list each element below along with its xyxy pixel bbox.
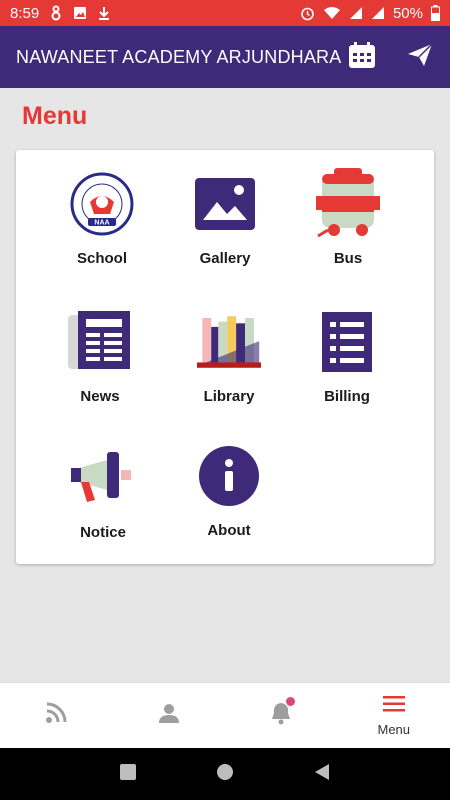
library-icon xyxy=(197,310,261,374)
menu-item-label: Notice xyxy=(80,524,126,541)
nav-item-menu[interactable]: Menu xyxy=(338,683,450,748)
person-icon xyxy=(158,703,179,728)
school-logo-icon: NAA xyxy=(70,172,134,236)
nav-item-label: Menu xyxy=(377,721,411,737)
download-icon xyxy=(97,6,111,20)
menu-item-about[interactable]: About xyxy=(169,444,289,554)
menu-item-label: School xyxy=(76,250,127,267)
logo-banner-text: NAA xyxy=(94,220,109,227)
page-title: Menu xyxy=(22,102,88,130)
menu-item-billing[interactable]: Billing xyxy=(287,310,407,420)
hamburger-menu-icon xyxy=(382,695,405,718)
battery-text: 50% xyxy=(392,4,423,22)
bus-icon xyxy=(316,168,380,238)
status-time: 8:59 xyxy=(10,4,40,22)
signal-icon xyxy=(349,6,363,20)
bug-icon xyxy=(49,5,63,21)
system-nav-bar xyxy=(0,748,450,800)
billing-icon xyxy=(315,310,379,374)
nav-item-notifications[interactable] xyxy=(225,683,338,748)
send-icon[interactable] xyxy=(406,42,434,73)
back-button[interactable] xyxy=(313,763,331,786)
app-bar: NAWANEET ACADEMY ARJUNDHARA xyxy=(0,26,450,88)
news-icon xyxy=(68,310,132,374)
recents-button[interactable] xyxy=(119,763,137,786)
wifi-icon xyxy=(323,6,341,20)
signal-icon xyxy=(371,6,385,20)
menu-item-label: About xyxy=(207,522,251,539)
status-bar: 8:59 50% xyxy=(0,0,450,26)
menu-item-label: Bus xyxy=(333,250,363,267)
menu-item-label: News xyxy=(80,388,120,405)
menu-item-school[interactable]: NAA School xyxy=(42,172,162,282)
menu-item-bus[interactable]: Bus xyxy=(288,168,408,282)
image-icon xyxy=(73,6,87,20)
megaphone-icon xyxy=(71,446,135,510)
nav-item-profile[interactable] xyxy=(113,683,226,748)
info-icon xyxy=(197,444,261,508)
feed-icon xyxy=(45,702,67,729)
bottom-nav: Menu xyxy=(0,682,450,748)
menu-item-gallery[interactable]: Gallery xyxy=(165,172,285,282)
battery-icon xyxy=(431,5,440,21)
calendar-icon[interactable] xyxy=(348,41,376,74)
gallery-icon xyxy=(193,172,257,236)
menu-item-news[interactable]: News xyxy=(40,310,160,420)
home-button[interactable] xyxy=(216,763,234,786)
menu-item-label: Library xyxy=(203,388,255,405)
menu-item-notice[interactable]: Notice xyxy=(43,446,163,556)
alarm-icon xyxy=(300,6,315,21)
menu-item-label: Gallery xyxy=(199,250,251,267)
nav-item-feed[interactable] xyxy=(0,683,113,748)
menu-item-library[interactable]: Library xyxy=(169,310,289,420)
menu-item-label: Billing xyxy=(324,388,370,405)
notification-badge xyxy=(286,697,295,706)
menu-grid: NAA School Gallery Bus News Library Bill… xyxy=(16,150,434,564)
app-title: NAWANEET ACADEMY ARJUNDHARA xyxy=(16,46,342,67)
